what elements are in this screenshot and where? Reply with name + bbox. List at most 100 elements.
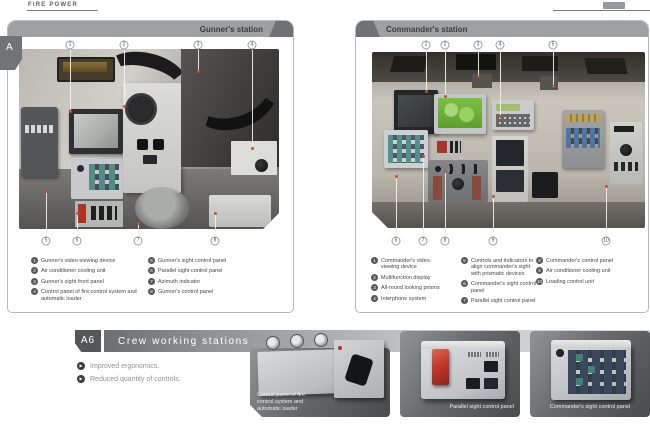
keypad-buttons-shape: [388, 135, 424, 163]
turret-dome-shape: [135, 187, 189, 229]
unit-switches-shape: [614, 162, 638, 171]
callout-marker: 5: [42, 237, 51, 246]
callout-marker: 6: [73, 237, 82, 246]
callout-marker: 4: [248, 41, 257, 50]
leader-line: [423, 156, 424, 237]
legend-label: Gunner's video-viewing device: [41, 257, 115, 264]
gunner-header-corner-tab: [269, 21, 293, 37]
callout-marker: 3: [474, 41, 483, 50]
legend-number-badge: 5: [148, 257, 155, 264]
rotary-knob-shape: [314, 333, 328, 347]
header-rule-right: [553, 10, 650, 11]
panel-buttons-shape: [566, 128, 600, 148]
black-key-shape: [484, 361, 498, 372]
leader-line: [70, 50, 71, 111]
leader-line: [198, 50, 199, 71]
legend-number-badge: 9: [536, 267, 543, 274]
legend-label: Air conditioner cooling unit: [41, 267, 106, 274]
legend-item: 9 Air conditioner cooling unit: [536, 267, 636, 274]
callout-marker: 10: [602, 237, 611, 246]
console-knob-row-shape: [432, 164, 484, 174]
leader-dot: [425, 90, 428, 93]
legend-item: 5 Controls and indicators to align comma…: [461, 257, 539, 277]
unit-knob-shape: [620, 144, 632, 156]
commander-station-panel: Commander's station: [355, 20, 649, 313]
bullet-text: Improved ergonomics.: [90, 363, 159, 370]
leader-dot: [444, 95, 447, 98]
commander-header-corner-tab: [356, 21, 380, 37]
black-key-shape: [484, 378, 498, 389]
leader-line: [426, 50, 427, 91]
leader-line: [124, 50, 125, 106]
legend-item: 8 Gunner's control panel: [148, 288, 258, 295]
leader-dot: [123, 105, 126, 108]
section-code-badge: A6: [75, 330, 101, 352]
teal-button-shape: [588, 366, 595, 373]
legend-item: 5 Gunner's sight control panel: [148, 257, 258, 264]
keypad-buttons-shape: [89, 164, 119, 190]
legend-item: 8 Commander's control panel: [536, 257, 636, 264]
legend-item: 6 Commander's sight control panel: [461, 280, 539, 294]
legend-label: Gunner's control panel: [158, 288, 213, 295]
commander-legend-col2: 5 Controls and indicators to align comma…: [461, 257, 539, 307]
indicator-row-shape: [566, 114, 600, 122]
box-top-face-shape: [551, 340, 631, 348]
black-key-shape: [466, 378, 480, 389]
leader-dot: [214, 212, 217, 215]
callout-marker: 7: [419, 237, 428, 246]
legend-number-badge: 8: [536, 257, 543, 264]
commander-station-photo: [372, 52, 645, 228]
legend-item: 7 Parallel sight control panel: [461, 297, 539, 304]
monitor-screen-shape: [74, 114, 118, 148]
sight-button-shape: [137, 139, 148, 150]
leader-line: [396, 176, 397, 237]
legend-number-badge: 10: [536, 278, 543, 285]
leader-dot: [552, 85, 555, 88]
legend-label: Gunner's sight front panel: [41, 278, 104, 285]
red-handle-shape: [472, 176, 481, 200]
legend-label: Air conditioner cooling unit: [546, 267, 611, 274]
legend-item: 2 Air conditioner cooling unit: [31, 267, 139, 274]
play-bullet-icon: ▶: [77, 375, 85, 383]
card-caption: Parallel sight control panel: [400, 404, 514, 411]
play-bullet-icon: ▶: [77, 362, 85, 370]
leader-line: [46, 191, 47, 237]
leader-dot: [499, 115, 502, 118]
rotary-knob-shape: [266, 336, 280, 350]
leader-dot: [76, 212, 79, 215]
publisher-logo: [603, 2, 625, 9]
indicator-lamp-shape: [338, 346, 342, 350]
callout-marker: 8: [441, 237, 450, 246]
leader-dot: [444, 170, 447, 173]
dial-knob-shape: [255, 159, 268, 172]
sight-button-shape: [153, 139, 164, 150]
legend-number-badge: 5: [461, 257, 468, 264]
gunner-station-panel: Gunner's station: [7, 20, 294, 313]
leader-line: [493, 196, 494, 237]
card-caption: Control panel of fire control system and…: [257, 392, 321, 413]
leader-dot: [422, 155, 425, 158]
legend-number-badge: 8: [148, 288, 155, 295]
leader-line: [606, 186, 607, 237]
bottom-right-unit-shape: [209, 195, 271, 227]
gunner-station-photo: [19, 49, 279, 229]
leader-line: [77, 213, 78, 237]
small-marking-panels-shape: [231, 141, 277, 175]
bullet-row: ▶ Improved ergonomics.: [77, 362, 159, 370]
legend-label: Parallel sight control panel: [471, 297, 536, 304]
console-knob-shape: [452, 178, 464, 190]
legend-item: 6 Parallel sight control panel: [148, 267, 258, 274]
leader-line: [252, 50, 253, 148]
leader-line: [500, 50, 501, 116]
keypad-knob-shape: [77, 165, 84, 172]
leader-line: [445, 50, 446, 96]
commander-legend-col1: 1 Commander's video-viewing device 2 Mul…: [371, 257, 447, 305]
gunner-panel-title: Gunner's station: [200, 25, 263, 34]
connector-row-shape: [25, 125, 53, 133]
legend-item: 7 Azimuth indicator: [148, 278, 258, 285]
vent-slots-shape: [486, 352, 499, 357]
legend-label: Loading control unit: [546, 278, 594, 285]
callout-marker: 5: [549, 41, 558, 50]
legend-item: 1 Commander's video-viewing device: [371, 257, 447, 271]
legend-number-badge: 2: [371, 274, 378, 281]
